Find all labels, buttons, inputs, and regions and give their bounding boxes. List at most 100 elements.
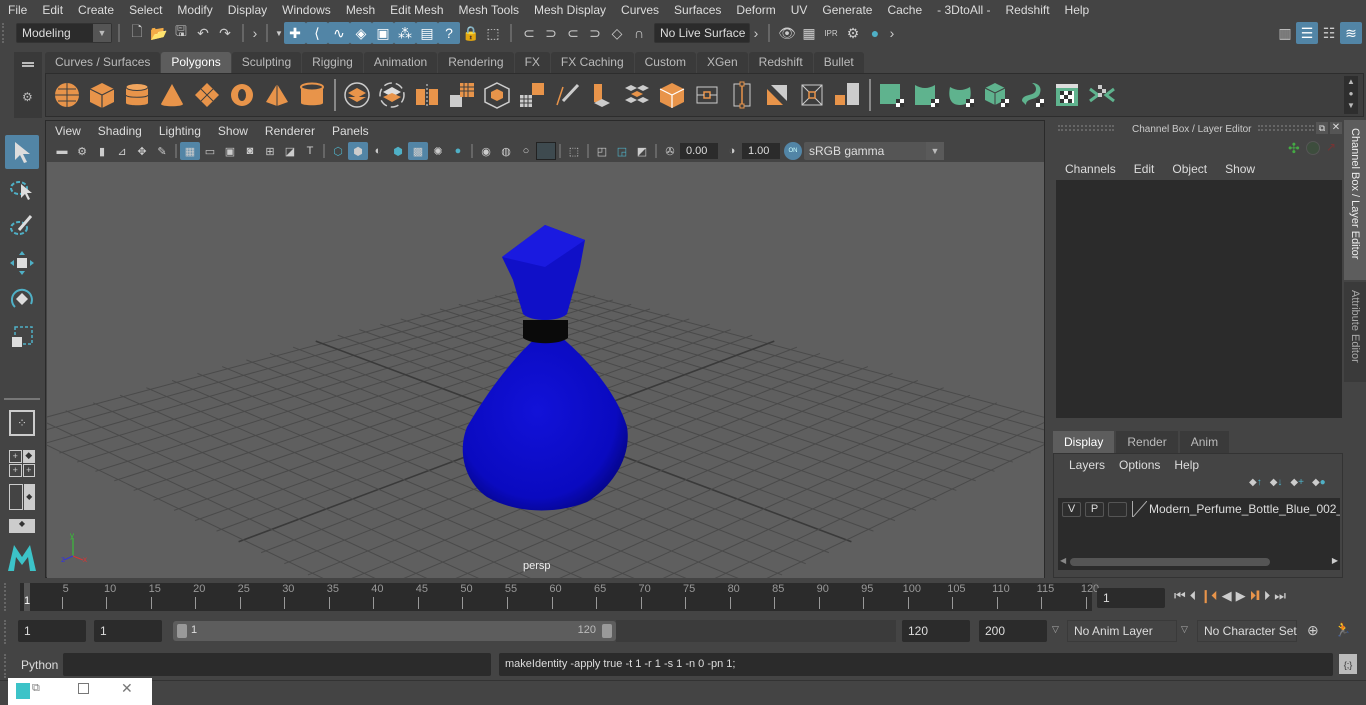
layer-tab-display[interactable]: Display — [1053, 431, 1115, 453]
menu-mesh-tools[interactable]: Mesh Tools — [451, 3, 526, 17]
shelf-scroll[interactable]: ▲ ● ▼ — [1344, 76, 1358, 114]
tab-channel-box[interactable]: Channel Box / Layer Editor — [1344, 120, 1366, 280]
channel-list[interactable] — [1056, 180, 1342, 418]
horizontal-scrollbar[interactable]: ◀ ▶ — [1058, 556, 1340, 568]
scrollbar-thumb[interactable] — [1070, 558, 1270, 566]
range-end-handle[interactable] — [602, 624, 612, 638]
image-plane-icon[interactable]: ⊿ — [112, 142, 132, 160]
drag-handle[interactable] — [1058, 125, 1114, 131]
select-tool-icon[interactable]: ⬚ — [482, 22, 504, 44]
range-slider[interactable]: 1 120 — [173, 621, 616, 641]
shelf-tab-bullet[interactable]: Bullet — [813, 52, 864, 73]
insert-edge-loop-icon[interactable] — [727, 80, 757, 110]
menu-mesh-display[interactable]: Mesh Display — [526, 3, 613, 17]
select-tool-icon[interactable] — [5, 135, 39, 169]
anti-aliasing-icon[interactable]: ○ — [516, 142, 536, 160]
poke-icon[interactable] — [832, 80, 862, 110]
shelf-tab-fx[interactable]: FX — [514, 52, 550, 73]
collapse-icon[interactable]: › — [750, 22, 762, 44]
uv-contour-icon[interactable] — [1017, 80, 1047, 110]
new-layer-icon[interactable]: ◆+ — [1290, 477, 1304, 488]
remesh-icon[interactable] — [517, 80, 547, 110]
shelf-tab-sculpting[interactable]: Sculpting — [231, 52, 302, 73]
poly-plane-icon[interactable] — [192, 80, 222, 110]
help-icon[interactable]: ? — [438, 22, 460, 44]
channel-box-toggle-icon[interactable]: ≋ — [1340, 22, 1362, 44]
auto-key-icon[interactable]: ⊕ — [1307, 622, 1319, 639]
shelf-tab-rendering[interactable]: Rendering — [438, 52, 514, 73]
poly-cone-icon[interactable] — [157, 80, 187, 110]
command-input[interactable] — [63, 653, 491, 676]
layer-tab-anim[interactable]: Anim — [1179, 431, 1230, 453]
render-settings-icon[interactable]: ⚙ — [842, 22, 864, 44]
four-pane-layout-icon[interactable]: + ◆ + + — [5, 446, 39, 480]
gamma-field[interactable]: 1.00 — [742, 143, 780, 159]
render-frame-icon[interactable]: ▦ — [798, 22, 820, 44]
channelbox-menu-channels[interactable]: Channels — [1056, 162, 1125, 176]
collapse-icon[interactable]: › — [886, 22, 898, 44]
go-to-start-icon[interactable]: ⏮ — [1174, 588, 1186, 604]
shelf-tab-xgen[interactable]: XGen — [696, 52, 748, 73]
attribute-editor-toggle-icon[interactable]: ☰ — [1296, 22, 1318, 44]
close-icon[interactable]: ✕ — [121, 680, 133, 697]
menu-3dtoall[interactable]: - 3DtoAll - — [929, 3, 997, 17]
menu-help[interactable]: Help — [1057, 3, 1097, 17]
snap-grid-icon[interactable]: ⊂ — [518, 22, 540, 44]
motion-blur-icon[interactable]: ◍ — [496, 142, 516, 160]
chevron-down-icon[interactable]: ▽ — [1052, 624, 1059, 635]
combine-icon[interactable] — [342, 80, 372, 110]
snap-live-icon[interactable]: ▤ — [416, 22, 438, 44]
wireframe-icon[interactable]: ⬡ — [328, 142, 348, 160]
playback-end-field[interactable]: 120 — [902, 620, 970, 642]
default-material-icon[interactable]: ◐ — [368, 142, 388, 160]
scene-end-field[interactable]: 200 — [979, 620, 1047, 642]
xray-components-icon[interactable]: ◩ — [632, 142, 652, 160]
live-surface-field[interactable]: No Live Surface — [654, 23, 750, 43]
snap-view-plane-icon[interactable]: ⊃ — [584, 22, 606, 44]
shelf-tab-animation[interactable]: Animation — [363, 52, 438, 73]
resolution-gate-icon[interactable]: ▣ — [220, 142, 240, 160]
undo-icon[interactable]: ↶ — [192, 22, 214, 44]
uv-spherical-icon[interactable] — [947, 80, 977, 110]
gate-mask-icon[interactable]: ◙ — [240, 142, 260, 160]
color-management-toggle[interactable]: ON — [784, 142, 802, 160]
shadows-icon[interactable]: ● — [448, 142, 468, 160]
shelf-tab-polygons[interactable]: Polygons — [161, 52, 231, 73]
xray-icon[interactable]: ◰ — [592, 142, 612, 160]
menu-windows[interactable]: Windows — [274, 3, 338, 17]
playback-start-field[interactable]: 1 — [94, 620, 162, 642]
safe-action-icon[interactable]: ◪ — [280, 142, 300, 160]
viewport-menu-show[interactable]: Show — [209, 124, 256, 138]
snap-curve-icon[interactable]: ⊃ — [540, 22, 562, 44]
uv-planar-icon[interactable] — [877, 80, 907, 110]
multi-cut-icon[interactable] — [552, 80, 582, 110]
select-hierarchy-icon[interactable]: ✚ — [284, 22, 306, 44]
tool-settings-icon[interactable]: ☷ — [1318, 22, 1340, 44]
drag-handle[interactable] — [4, 654, 16, 678]
uv-automatic-icon[interactable] — [982, 80, 1012, 110]
lock-icon[interactable]: 🔒 — [460, 22, 482, 44]
2d-pan-zoom-icon[interactable]: ✥ — [132, 142, 152, 160]
3d-viewport[interactable]: y x z persp — [47, 162, 1044, 578]
chevron-down-icon[interactable]: ▽ — [1181, 624, 1188, 635]
open-scene-icon[interactable]: 📂 — [148, 22, 170, 44]
layer-menu-options[interactable]: Options — [1112, 458, 1167, 472]
camera-select-icon[interactable]: ▬ — [52, 142, 72, 160]
perfume-bottle-model[interactable] — [47, 162, 1044, 578]
manipulator-icon[interactable]: ✣ — [1288, 140, 1300, 157]
new-scene-icon[interactable]: 🗋 — [126, 22, 148, 44]
anim-layer-dropdown[interactable]: No Anim Layer — [1067, 620, 1177, 642]
select-object-icon[interactable]: ⟨ — [306, 22, 328, 44]
snap-view-icon[interactable]: ▣ — [372, 22, 394, 44]
camera-attributes-icon[interactable]: ⚙ — [72, 142, 92, 160]
bookmark-icon[interactable]: ▮ — [92, 142, 112, 160]
tab-attribute-editor[interactable]: Attribute Editor — [1344, 282, 1366, 382]
exposure-icon[interactable]: ✇ — [660, 142, 680, 160]
viewport-menu-view[interactable]: View — [46, 124, 89, 138]
play-backward-icon[interactable]: ◀ — [1222, 588, 1232, 604]
separate-icon[interactable] — [377, 80, 407, 110]
channelbox-menu-show[interactable]: Show — [1216, 162, 1264, 176]
new-layer-selected-icon[interactable]: ◆● — [1312, 477, 1326, 488]
drag-handle[interactable] — [4, 583, 16, 611]
mirror-icon[interactable] — [412, 80, 442, 110]
